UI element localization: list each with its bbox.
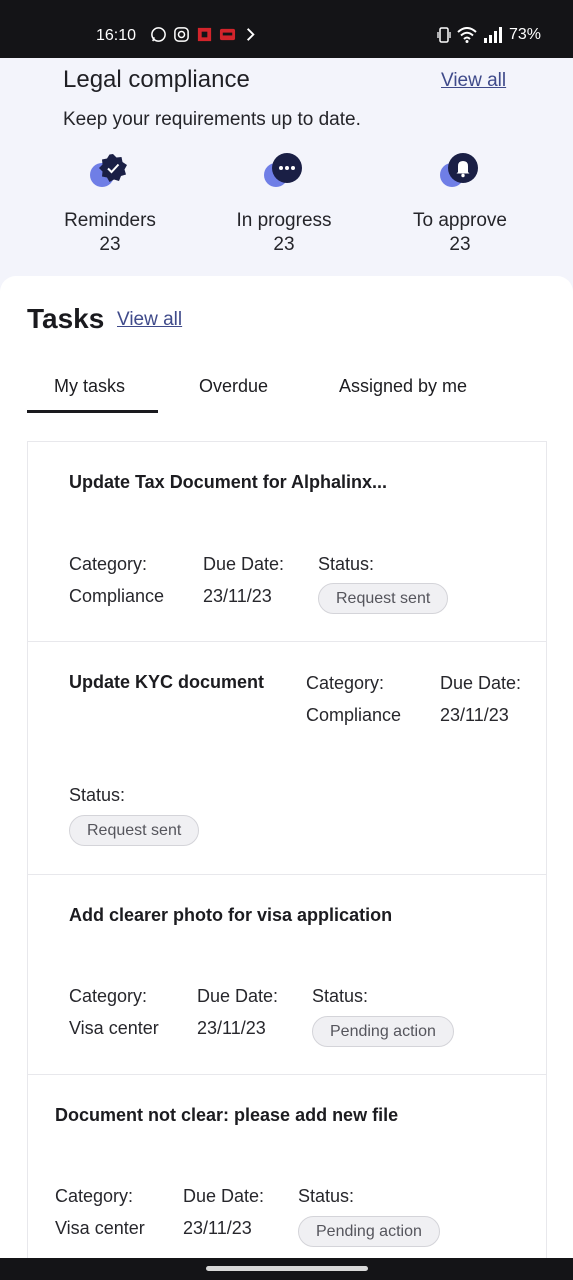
due-date-label: Due Date: <box>203 554 285 574</box>
compliance-view-all-link[interactable]: View all <box>441 70 506 92</box>
category-value: Compliance <box>69 586 165 606</box>
instagram-icon <box>174 27 189 42</box>
stat-label: Reminders <box>64 210 156 231</box>
system-indicators: 73% <box>437 26 541 44</box>
due-date-value: 23/11/23 <box>203 586 272 606</box>
active-tab-indicator <box>27 410 158 413</box>
tab-my-tasks[interactable]: My tasks <box>54 376 125 397</box>
whatsapp-icon <box>151 27 166 42</box>
battery-level: 73% <box>508 26 541 43</box>
status-bar: 16:10 73% <box>0 0 573 58</box>
section-subtitle: Keep your requirements up to date. <box>63 109 361 130</box>
due-date-value: 23/11/23 <box>440 705 509 725</box>
more-dots-icon <box>264 150 304 190</box>
section-title: Legal compliance <box>63 66 250 93</box>
tab-overdue[interactable]: Overdue <box>199 376 268 397</box>
stat-count: 23 <box>99 234 121 255</box>
stat-in-progress[interactable]: In progress 23 <box>204 150 364 256</box>
stat-count: 23 <box>449 234 471 255</box>
status-label: Status: <box>69 785 126 805</box>
home-gesture-handle[interactable] <box>206 1266 368 1271</box>
task-name: Update Tax Document for Alphalinx... <box>69 472 388 492</box>
task-card[interactable]: Update Tax Document for Alphalinx... Cat… <box>27 441 547 642</box>
task-tabs: My tasks Overdue Assigned by me <box>27 366 547 414</box>
status-badge: Pending action <box>312 1016 454 1047</box>
app-icon <box>246 28 255 41</box>
task-card[interactable]: Add clearer photo for visa application C… <box>27 874 547 1075</box>
bell-icon <box>440 150 480 190</box>
due-date-value: 23/11/23 <box>183 1218 252 1238</box>
category-label: Category: <box>306 673 385 693</box>
tasks-view-all-link[interactable]: View all <box>117 309 182 331</box>
task-name: Add clearer photo for visa application <box>69 905 393 925</box>
signal-icon <box>483 27 502 43</box>
due-date-label: Due Date: <box>440 673 522 693</box>
category-value: Visa center <box>55 1218 145 1238</box>
stat-to-approve[interactable]: To approve 23 <box>380 150 540 256</box>
tab-assigned-by-me[interactable]: Assigned by me <box>339 376 467 397</box>
clock: 16:10 <box>96 27 137 44</box>
stat-label: In progress <box>236 210 332 231</box>
due-date-label: Due Date: <box>197 986 279 1006</box>
category-label: Category: <box>69 986 148 1006</box>
task-card[interactable]: Update KYC document Category: Compliance… <box>27 641 547 875</box>
app-icon <box>219 28 236 41</box>
status-badge: Request sent <box>318 583 449 614</box>
category-label: Category: <box>69 554 148 574</box>
stat-label: To approve <box>412 210 507 231</box>
tasks-panel: Tasks View all My tasks Overdue Assigned… <box>0 276 573 1280</box>
stat-reminders[interactable]: Reminders 23 <box>30 150 190 256</box>
legal-compliance-section: Legal compliance View all Keep your requ… <box>0 58 573 288</box>
status-label: Status: <box>298 1186 355 1206</box>
vibrate-icon <box>437 27 451 43</box>
task-card[interactable]: Document not clear: please add new file … <box>27 1074 547 1280</box>
tasks-title: Tasks <box>27 303 105 334</box>
status-label: Status: <box>312 986 369 1006</box>
task-name: Update KYC document <box>69 672 265 692</box>
status-badge: Pending action <box>298 1216 440 1247</box>
category-label: Category: <box>55 1186 134 1206</box>
status-label: Status: <box>318 554 375 574</box>
task-name: Document not clear: please add new file <box>55 1105 399 1125</box>
status-badge: Request sent <box>69 815 200 846</box>
category-value: Compliance <box>306 705 402 725</box>
due-date-value: 23/11/23 <box>197 1018 266 1038</box>
notification-icons <box>150 26 259 43</box>
app-icon <box>197 27 212 42</box>
due-date-label: Due Date: <box>183 1186 265 1206</box>
stat-count: 23 <box>273 234 295 255</box>
navigation-bar <box>0 1258 573 1280</box>
category-value: Visa center <box>69 1018 159 1038</box>
wifi-icon <box>457 27 477 43</box>
verified-badge-icon <box>90 150 130 190</box>
